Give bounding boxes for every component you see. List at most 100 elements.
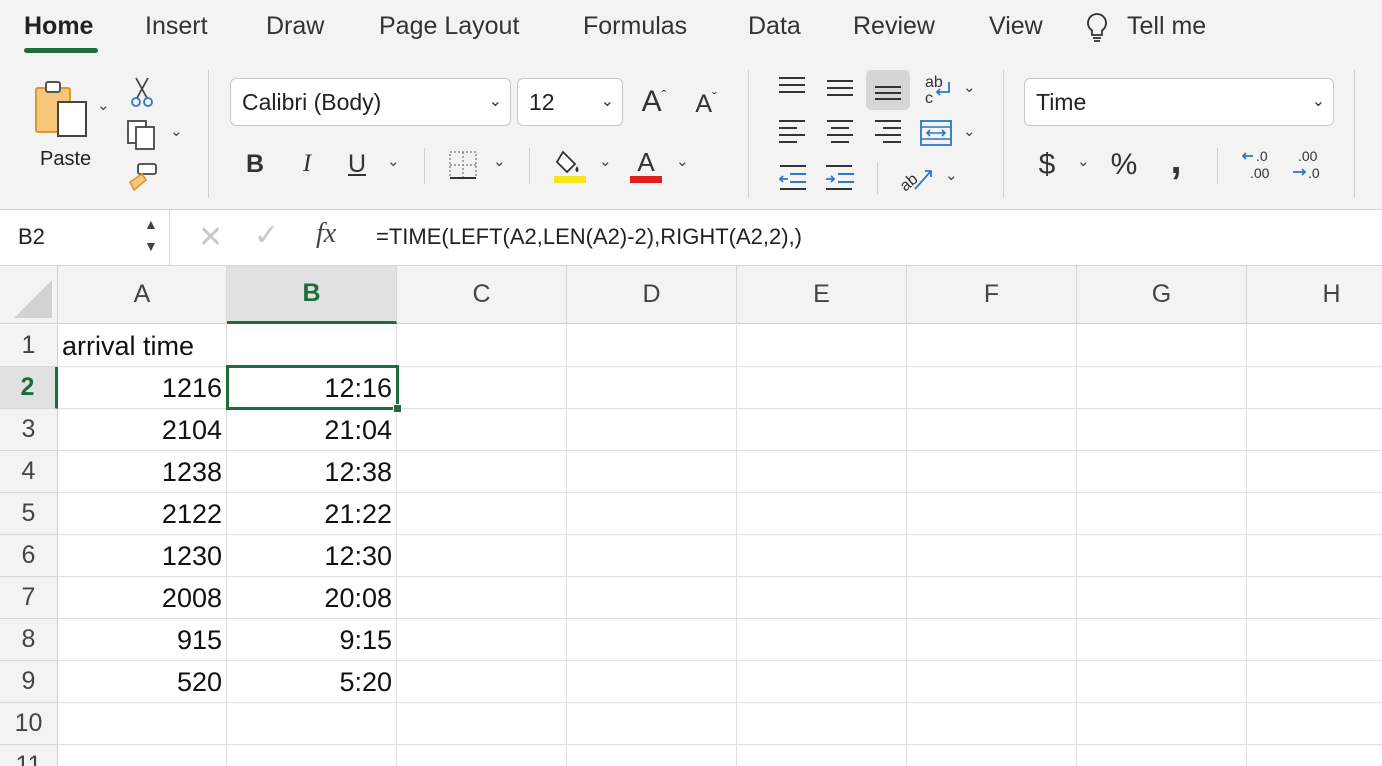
cell-c7[interactable] xyxy=(397,577,567,619)
cell-g8[interactable] xyxy=(1077,619,1247,661)
column-header-g[interactable]: G xyxy=(1077,266,1247,324)
tab-formulas[interactable]: Formulas xyxy=(583,12,687,41)
percent-button[interactable]: % xyxy=(1104,146,1144,184)
cancel-icon[interactable]: ✕ xyxy=(198,220,223,255)
select-all-corner[interactable] xyxy=(0,266,58,324)
cell-e6[interactable] xyxy=(737,535,907,577)
fill-handle[interactable] xyxy=(393,404,402,413)
cell-e10[interactable] xyxy=(737,703,907,745)
cell-d4[interactable] xyxy=(567,451,737,493)
decrease-indent-icon[interactable] xyxy=(774,160,810,194)
merge-chevron-icon[interactable]: ⌄ xyxy=(963,122,976,140)
cell-f8[interactable] xyxy=(907,619,1077,661)
cut-icon[interactable] xyxy=(128,76,156,108)
cell-f3[interactable] xyxy=(907,409,1077,451)
align-middle-icon[interactable] xyxy=(820,72,860,102)
column-header-e[interactable]: E xyxy=(737,266,907,324)
cell-g4[interactable] xyxy=(1077,451,1247,493)
cell-d10[interactable] xyxy=(567,703,737,745)
cell-h9[interactable] xyxy=(1247,661,1382,703)
tab-view[interactable]: View xyxy=(989,12,1043,41)
row-header[interactable]: 8 xyxy=(0,619,58,661)
name-box[interactable]: B2 ▲ ▼ xyxy=(0,210,170,266)
cell-c10[interactable] xyxy=(397,703,567,745)
cell-d7[interactable] xyxy=(567,577,737,619)
name-box-up-icon[interactable]: ▲ xyxy=(144,216,158,232)
cell-g5[interactable] xyxy=(1077,493,1247,535)
cell-a11[interactable] xyxy=(58,745,227,766)
cell-d2[interactable] xyxy=(567,367,737,409)
cell-f11[interactable] xyxy=(907,745,1077,766)
copy-chevron-icon[interactable]: ⌄ xyxy=(170,122,183,140)
cell-g7[interactable] xyxy=(1077,577,1247,619)
tab-tell-me[interactable]: Tell me xyxy=(1127,12,1206,41)
cell-e1[interactable] xyxy=(737,325,907,367)
tab-review[interactable]: Review xyxy=(853,12,935,41)
cell-b9[interactable]: 5:20 xyxy=(227,661,397,703)
cell-b11[interactable] xyxy=(227,745,397,766)
cell-f4[interactable] xyxy=(907,451,1077,493)
cell-e2[interactable] xyxy=(737,367,907,409)
highlight-fill-icon[interactable] xyxy=(552,146,588,184)
cell-f7[interactable] xyxy=(907,577,1077,619)
align-left-icon[interactable] xyxy=(774,116,810,146)
tab-insert[interactable]: Insert xyxy=(145,12,208,41)
align-top-icon[interactable] xyxy=(774,72,810,102)
number-format-select[interactable]: Time ⌄ xyxy=(1024,78,1334,126)
column-header-b[interactable]: B xyxy=(227,266,397,324)
cell-h5[interactable] xyxy=(1247,493,1382,535)
wrap-text-icon[interactable]: ab c xyxy=(920,72,956,108)
font-size-select[interactable]: 12 ⌄ xyxy=(517,78,623,126)
tab-data[interactable]: Data xyxy=(748,12,801,41)
cell-h10[interactable] xyxy=(1247,703,1382,745)
currency-chevron-icon[interactable]: ⌄ xyxy=(1077,152,1090,170)
bold-button[interactable]: B xyxy=(240,146,270,182)
cell-f6[interactable] xyxy=(907,535,1077,577)
cell-h3[interactable] xyxy=(1247,409,1382,451)
row-header[interactable]: 2 xyxy=(0,367,58,409)
cell-b6[interactable]: 12:30 xyxy=(227,535,397,577)
column-header-h[interactable]: H xyxy=(1247,266,1382,324)
cell-g6[interactable] xyxy=(1077,535,1247,577)
cell-d6[interactable] xyxy=(567,535,737,577)
borders-chevron-icon[interactable]: ⌄ xyxy=(493,152,506,170)
font-color-chevron-icon[interactable]: ⌄ xyxy=(676,152,689,170)
cell-h11[interactable] xyxy=(1247,745,1382,766)
cell-b8[interactable]: 9:15 xyxy=(227,619,397,661)
cell-g3[interactable] xyxy=(1077,409,1247,451)
cell-a1[interactable]: arrival time xyxy=(58,325,227,367)
increase-font-size-button[interactable]: Aˆ xyxy=(634,84,674,120)
name-box-down-icon[interactable]: ▼ xyxy=(144,238,158,254)
cell-d3[interactable] xyxy=(567,409,737,451)
cell-g10[interactable] xyxy=(1077,703,1247,745)
cell-a8[interactable]: 915 xyxy=(58,619,227,661)
cell-h1[interactable] xyxy=(1247,325,1382,367)
column-header-c[interactable]: C xyxy=(397,266,567,324)
cell-b5[interactable]: 21:22 xyxy=(227,493,397,535)
cell-c4[interactable] xyxy=(397,451,567,493)
align-right-icon[interactable] xyxy=(868,116,908,146)
align-center-icon[interactable] xyxy=(820,116,860,146)
cell-b4[interactable]: 12:38 xyxy=(227,451,397,493)
cell-c2[interactable] xyxy=(397,367,567,409)
cell-d11[interactable] xyxy=(567,745,737,766)
cell-e8[interactable] xyxy=(737,619,907,661)
underline-button[interactable]: U xyxy=(342,146,372,182)
cell-c8[interactable] xyxy=(397,619,567,661)
increase-indent-icon[interactable] xyxy=(822,160,858,194)
cell-g9[interactable] xyxy=(1077,661,1247,703)
cell-a7[interactable]: 2008 xyxy=(58,577,227,619)
cell-a3[interactable]: 2104 xyxy=(58,409,227,451)
tab-page-layout[interactable]: Page Layout xyxy=(379,12,519,41)
format-painter-icon[interactable] xyxy=(124,160,160,194)
merge-center-icon[interactable] xyxy=(918,116,954,150)
cell-a4[interactable]: 1238 xyxy=(58,451,227,493)
tab-draw[interactable]: Draw xyxy=(266,12,324,41)
cell-d5[interactable] xyxy=(567,493,737,535)
cell-d8[interactable] xyxy=(567,619,737,661)
function-icon[interactable]: fx xyxy=(316,218,336,250)
cell-g11[interactable] xyxy=(1077,745,1247,766)
row-header[interactable]: 10 xyxy=(0,703,58,745)
cell-f1[interactable] xyxy=(907,325,1077,367)
cell-h4[interactable] xyxy=(1247,451,1382,493)
